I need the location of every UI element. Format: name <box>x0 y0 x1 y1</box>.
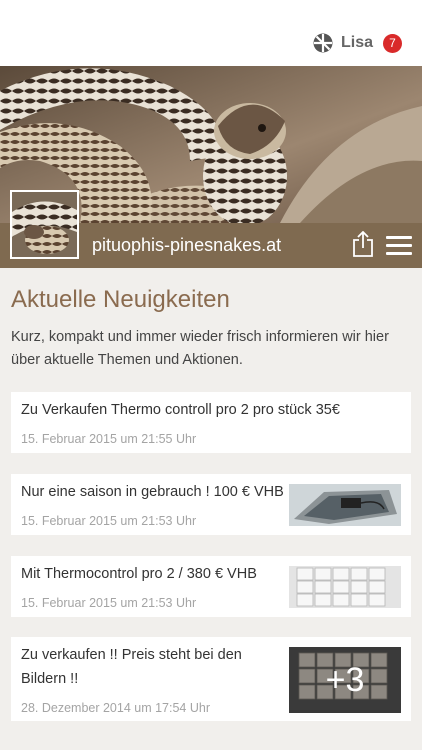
news-item-thumbnail[interactable] <box>289 484 401 526</box>
news-item-title[interactable]: Mit Thermocontrol pro 2 / 380 € VHB <box>21 562 257 586</box>
app-logo-icon <box>313 33 333 53</box>
site-name[interactable]: pituophis-pinesnakes.at <box>92 235 281 256</box>
news-item-title[interactable]: Zu Verkaufen Thermo controll pro 2 pro s… <box>21 398 340 422</box>
intro-text: Kurz, kompakt und immer wieder frisch in… <box>11 329 389 368</box>
top-bar: Lisa 7 <box>0 0 422 66</box>
notification-badge[interactable]: 7 <box>383 33 402 53</box>
more-images-count[interactable]: +3 <box>289 647 401 713</box>
hamburger-menu-icon[interactable] <box>386 236 412 256</box>
news-item-date: 15. Februar 2015 um 21:55 Uhr <box>21 432 197 446</box>
news-item-date: 28. Dezember 2014 um 17:54 Uhr <box>21 701 210 715</box>
news-item[interactable]: Nur eine saison in gebrauch ! 100 € VHB … <box>11 474 411 535</box>
news-item[interactable]: Zu verkaufen !! Preis steht bei den Bild… <box>11 637 411 721</box>
news-item-date: 15. Februar 2015 um 21:53 Uhr <box>21 514 197 528</box>
news-item-thumbnail[interactable] <box>289 566 401 608</box>
site-avatar[interactable] <box>10 190 79 259</box>
user-name[interactable]: Lisa <box>341 34 373 52</box>
news-item[interactable]: Mit Thermocontrol pro 2 / 380 € VHB 15. … <box>11 556 411 617</box>
news-item-title[interactable]: Nur eine saison in gebrauch ! 100 € VHB <box>21 480 284 504</box>
share-icon[interactable] <box>352 231 374 257</box>
site-header-bar: pituophis-pinesnakes.at <box>0 190 422 268</box>
user-menu[interactable]: Lisa 7 <box>313 33 402 53</box>
news-item-title[interactable]: Zu verkaufen !! Preis steht bei den Bild… <box>21 643 283 691</box>
page-title: Aktuelle Neuigkeiten <box>11 286 230 313</box>
news-item-date: 15. Februar 2015 um 21:53 Uhr <box>21 596 197 610</box>
news-item-thumbnail[interactable]: +3 <box>289 647 401 713</box>
news-item[interactable]: Zu Verkaufen Thermo controll pro 2 pro s… <box>11 392 411 453</box>
